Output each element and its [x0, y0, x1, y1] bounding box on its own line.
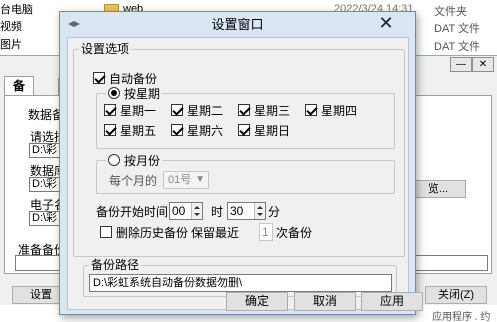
checkbox-label: 星期二 [187, 103, 224, 118]
checkbox-label: 星期五 [120, 123, 157, 138]
spin-up-icon [257, 206, 263, 209]
weekday-checkbox-tue[interactable]: 星期二 [171, 103, 224, 118]
checkbox-box [100, 226, 112, 238]
checkbox-box [171, 104, 183, 116]
minute-spinner[interactable]: 30 [227, 202, 266, 220]
spin-down-icon [257, 213, 263, 216]
browse-button[interactable]: 览... [410, 180, 466, 198]
spin-buttons[interactable] [254, 203, 265, 219]
checkbox-label: 删除历史备份 [116, 225, 189, 240]
by-week-radio[interactable]: 按星期 [106, 86, 163, 101]
select-value: 01号 [168, 174, 192, 186]
checkbox-label: 星期三 [254, 103, 291, 118]
sidebar-item-videos[interactable]: 视频 [0, 20, 22, 35]
weekday-checkbox-thu[interactable]: 星期四 [305, 103, 358, 118]
hour-spinner[interactable]: 00 [169, 202, 203, 220]
radio-label: 按月份 [124, 153, 161, 168]
sidebar-item-label: 图片 [0, 39, 22, 51]
close-icon: ✕ [378, 13, 394, 33]
dialog-titlebar[interactable]: 设置窗口 ✕ [60, 12, 415, 37]
auto-backup-checkbox[interactable]: 自动备份 [93, 71, 157, 86]
chevron-down-icon: ▼ [195, 174, 205, 185]
close-z-button[interactable]: 关闭(Z) [425, 286, 487, 304]
file-type: 文件夹 [434, 6, 467, 18]
tab-backup[interactable]: 备份 [4, 76, 35, 111]
checkbox-label: 星期一 [120, 103, 157, 118]
weekday-checkbox-sat[interactable]: 星期六 [171, 123, 224, 138]
sidebar-item-label: 视频 [0, 21, 22, 33]
radio-label: 按星期 [124, 86, 161, 101]
bottom-text: 应用程序 . 约 [432, 312, 491, 322]
hour-unit-label: 时 [211, 205, 224, 219]
backup-path-input[interactable]: D:\彩虹系统自动备份数据勿删\ [89, 274, 392, 292]
radio-dot [108, 154, 120, 166]
close-window-button[interactable]: ✕ [472, 57, 494, 72]
weekday-checkbox-fri[interactable]: 星期五 [104, 123, 157, 138]
spin-buttons[interactable] [191, 203, 202, 219]
spinner-value: 30 [230, 204, 244, 218]
month-day-select[interactable]: 01号 ▼ [163, 171, 209, 189]
by-month-radio[interactable]: 按月份 [106, 153, 163, 168]
dialog-close-button[interactable]: ✕ [360, 14, 412, 33]
file-type: DAT 文件 [434, 23, 481, 35]
minimize-icon: — [456, 59, 466, 70]
settings-dialog: 设置窗口 ✕ 设置选项 自动备份 按星期 星期一 星期二 星期三 星期四 星期五… [59, 11, 423, 315]
checkbox-label: 星期四 [321, 103, 358, 118]
checkbox-box [238, 124, 250, 136]
checkbox-box [305, 104, 317, 116]
weekday-checkbox-sun[interactable]: 星期日 [238, 123, 291, 138]
checkbox-box [104, 104, 116, 116]
checkbox-box [93, 72, 105, 84]
keep-unit-label: 次备份 [276, 226, 313, 240]
spin-down-icon [194, 213, 200, 216]
checkbox-box [171, 124, 183, 136]
spinner-value: 00 [172, 204, 186, 218]
sidebar-item-label: 台电脑 [0, 4, 33, 16]
radio-dot [108, 87, 120, 99]
sidebar-item-this-pc[interactable]: 台电脑 [0, 3, 33, 18]
keep-recent-label: 保留最近 [191, 226, 240, 240]
apply-button[interactable]: 应用 [361, 292, 423, 311]
cancel-button[interactable]: 取消 [294, 292, 356, 311]
start-time-label: 备份开始时间: [96, 205, 172, 219]
weekday-checkbox-wed[interactable]: 星期三 [238, 103, 291, 118]
close-icon: ✕ [478, 59, 488, 70]
minute-unit-label: 分 [268, 205, 281, 219]
sidebar-item-pictures[interactable]: 图片 [0, 38, 22, 53]
checkbox-label: 星期日 [254, 123, 291, 138]
checkbox-label: 星期六 [187, 123, 224, 138]
spinner-value: 1 [262, 225, 269, 239]
spin-up-icon [194, 206, 200, 209]
options-group-title: 设置选项 [79, 42, 132, 56]
minimize-button[interactable]: — [450, 57, 472, 72]
dialog-client: 设置选项 自动备份 按星期 星期一 星期二 星期三 星期四 星期五 星期六 星期… [67, 37, 409, 310]
checkbox-box [238, 104, 250, 116]
keep-count-spinner[interactable]: 1 [259, 223, 273, 241]
every-month-label: 每个月的 [109, 174, 158, 188]
checkbox-box [104, 124, 116, 136]
ok-button[interactable]: 确定 [226, 292, 288, 311]
delete-history-checkbox[interactable]: 删除历史备份 [100, 225, 189, 240]
weekday-checkbox-mon[interactable]: 星期一 [104, 103, 157, 118]
path-group-title: 备份路径 [89, 258, 142, 272]
file-type: DAT 文件 [434, 41, 481, 53]
